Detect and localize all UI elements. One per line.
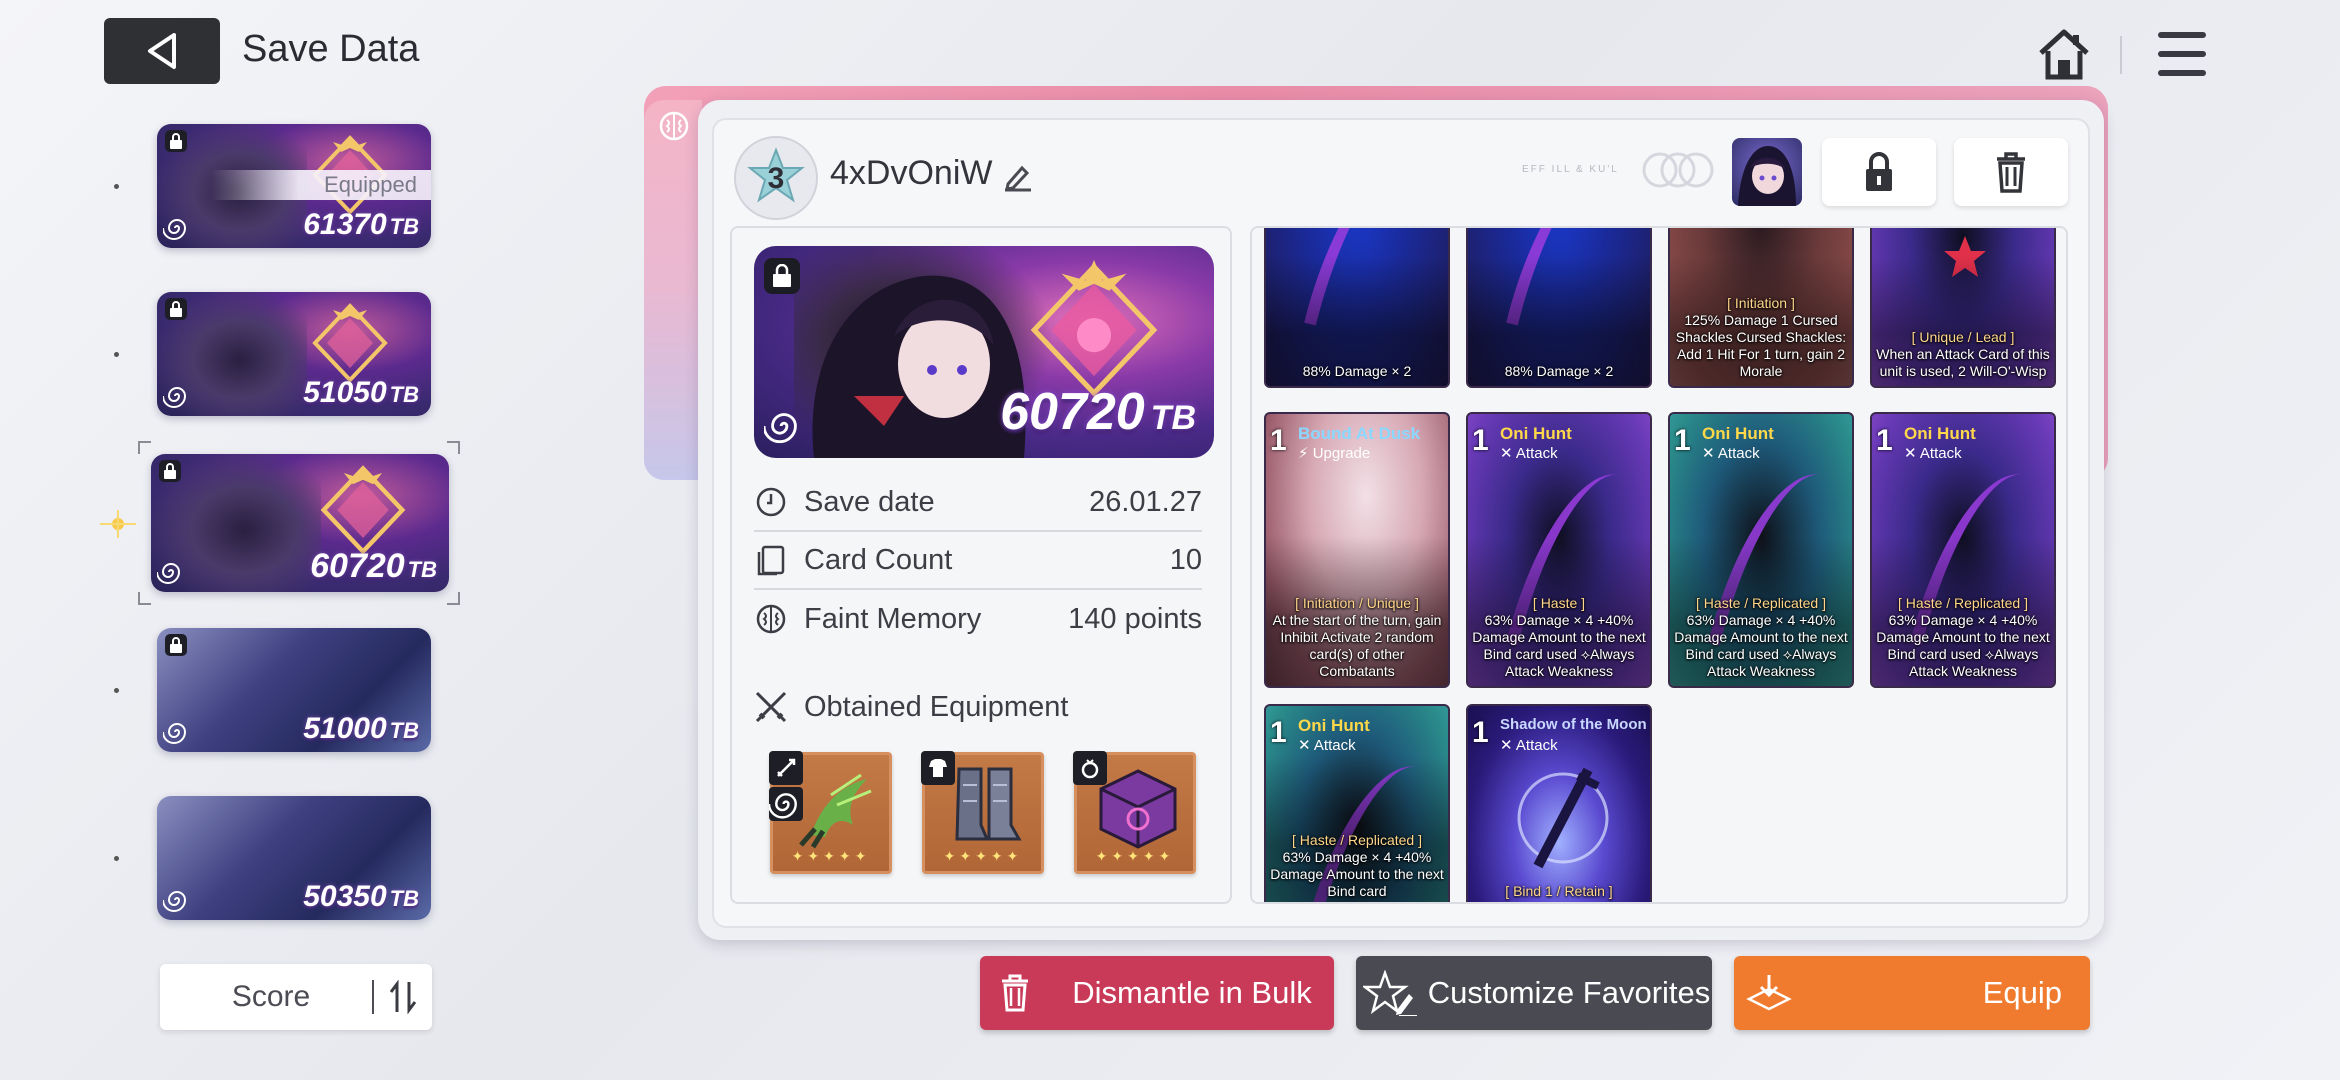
cube-accessory-icon [1099,769,1177,849]
brain-icon [754,602,788,636]
equipment-item-accessory[interactable]: ✦✦✦✦✦ [1073,751,1196,874]
card-item[interactable]: [ Unique / Lead ] When an Attack Card of … [1870,228,2056,388]
card-item[interactable]: 88% Damage × 2 [1264,228,1450,388]
delete-button[interactable] [1954,138,2068,206]
rank-emblem-icon [1030,260,1158,397]
swirl-icon [157,563,181,584]
back-button[interactable] [104,18,220,84]
sword-type-icon [769,751,803,785]
trash-icon [1997,152,2025,193]
swords-icon [755,691,787,723]
home-button[interactable] [2034,24,2094,84]
lock-icon [159,460,181,482]
header-divider [2120,36,2122,74]
lock-button[interactable] [1822,138,1936,206]
timeline-dot [114,184,119,189]
rings-decoration-icon [1642,152,1714,188]
info-row-save-date: Save date 26.01.27 [754,474,1202,532]
rank-badge: 3 [734,136,818,220]
cards-icon [754,543,788,577]
save-slot-selected[interactable]: 60720 TB [151,454,449,592]
claw-weapon-icon [799,773,872,849]
slot-score: 60720 TB [310,547,437,585]
back-arrow-icon [148,33,176,69]
dismantle-in-bulk-button[interactable]: Dismantle in Bulk [980,956,1334,1030]
lock-icon [1866,152,1892,191]
swirl-icon [163,219,187,240]
equipment-item-armor[interactable]: ✦✦✦✦✦ [921,751,1044,874]
equipped-label: Equipped [211,170,431,200]
card-item[interactable]: 1 Bound At Dusk ⚡ Upgrade [ Initiation /… [1264,412,1450,688]
faint-watermark-text: EFF ILL & KU'L [1522,164,1619,175]
swirl-icon [163,723,187,744]
slot-score: 61370 TB [303,208,419,241]
menu-button[interactable] [2152,26,2212,82]
card-item[interactable]: 1 Oni Hunt ✕ Attack [ Haste / Replicated… [1264,704,1450,902]
swirl-icon [163,387,187,408]
lock-icon [165,130,187,152]
customize-favorites-button[interactable]: Customize Favorites [1356,956,1712,1030]
save-slot[interactable]: 50350 TB [157,796,431,920]
equipment-item-weapon[interactable]: ✦✦✦✦✦ [769,751,892,874]
hero-score: 60720 TB [1000,383,1196,441]
card-item[interactable]: 1 Oni Hunt ✕ Attack [ Haste / Replicated… [1668,412,1854,688]
save-hero-card: 60720 TB [754,246,1214,458]
timeline-dot [114,352,119,357]
save-slot[interactable]: 51050 TB [157,292,431,416]
lock-icon [764,258,800,294]
character-portrait-icon [1738,146,1796,206]
brain-icon [659,111,689,141]
sort-control[interactable]: Score [160,964,432,1030]
card-item[interactable]: 1 Oni Hunt ✕ Attack [ Haste ] 63% Damage … [1466,412,1652,688]
selected-sparkle-icon [100,510,136,538]
info-row-faint-memory: Faint Memory 140 points [754,590,1202,648]
home-icon [2039,29,2089,80]
info-row-card-count: Card Count 10 [754,532,1202,590]
armor-type-icon [921,751,955,785]
slot-score: 50350 TB [303,880,419,913]
rank-emblem-icon [320,465,406,555]
card-item[interactable]: 88% Damage × 2 [1466,228,1652,388]
ring-type-icon [1073,751,1107,785]
trash-icon [1002,974,1028,1012]
lock-icon [165,634,187,656]
equip-icon [1746,975,1792,1011]
clock-icon [754,485,788,519]
equip-button[interactable]: Equip [1734,956,2090,1030]
edit-icon[interactable] [1002,160,1034,192]
slot-score: 51000 TB [303,712,419,745]
card-item[interactable]: [ Initiation ] 125% Damage 1 Cursed Shack… [1668,228,1854,388]
timeline-dot [114,856,119,861]
moon-blade-icon [1517,767,1609,869]
equipment-heading: Obtained Equipment [754,690,1068,724]
timeline-dot [114,688,119,693]
boots-icon [955,767,1022,841]
card-item[interactable]: 1 Oni Hunt ✕ Attack [ Haste / Replicated… [1870,412,2056,688]
card-list[interactable]: 88% Damage × 2 88% Damage × 2 [ Initiati… [1250,226,2068,904]
sort-label[interactable]: Score [160,980,372,1014]
swirl-icon [769,787,803,821]
rank-emblem-icon [312,303,388,383]
swirl-icon [764,413,797,444]
page-title: Save Data [242,28,420,70]
sort-icon [389,980,417,1014]
sort-order-button[interactable] [374,980,432,1014]
save-slot[interactable]: 51000 TB [157,628,431,752]
swirl-icon [163,891,187,912]
avatar[interactable] [1732,138,1802,206]
slot-score: 51050 TB [303,376,419,409]
card-item[interactable]: 1 Shadow of the Moon ✕ Attack [ Bind 1 /… [1466,704,1652,902]
lock-icon [165,298,187,320]
save-slot[interactable]: Equipped 61370 TB [157,124,431,248]
panel-side-strip [644,100,702,480]
favorites-icon [1363,970,1417,1016]
save-name: 4xDvOniW [830,154,993,192]
